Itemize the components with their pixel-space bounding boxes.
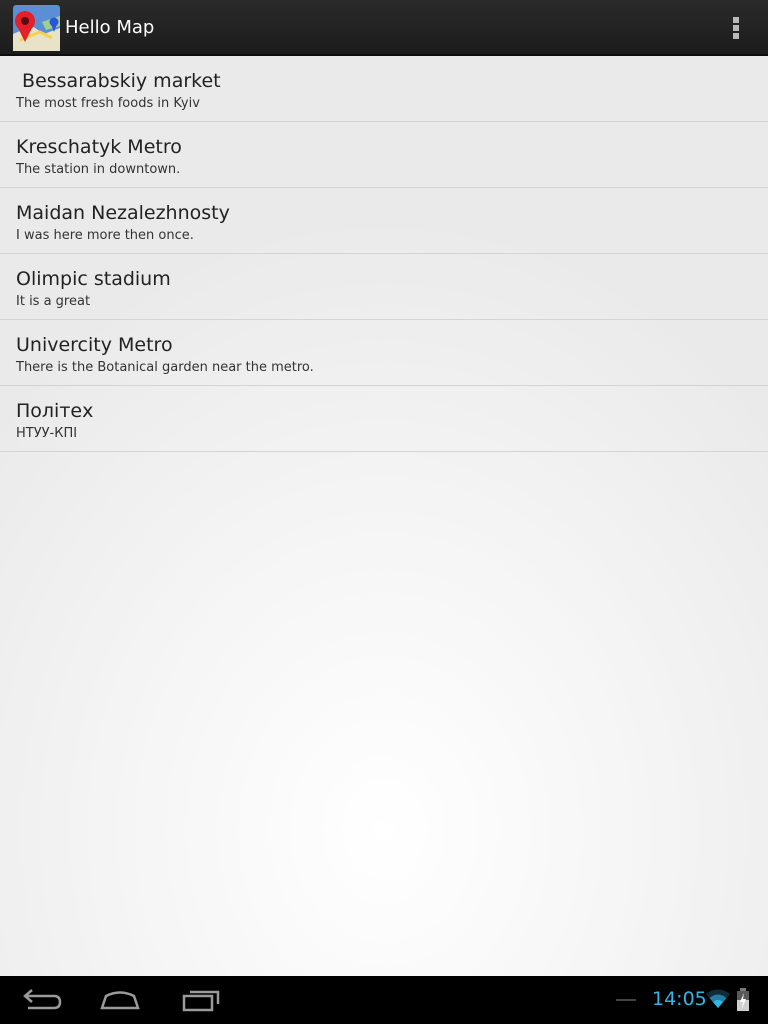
- place-subtitle: The station in downtown.: [16, 162, 181, 177]
- place-title: Bessarabskiy market: [16, 70, 221, 92]
- app-title: Hello Map: [65, 17, 155, 38]
- home-icon[interactable]: [94, 984, 146, 1016]
- places-list: Bessarabskiy market The most fresh foods…: [0, 56, 768, 452]
- place-title: Univercity Metro: [16, 334, 173, 356]
- list-item[interactable]: Olimpic stadium It is a great: [0, 254, 768, 320]
- list-item[interactable]: Bessarabskiy market The most fresh foods…: [0, 56, 768, 122]
- menu-dot: [733, 33, 739, 39]
- place-subtitle: НТУУ-КПІ: [16, 426, 78, 441]
- place-subtitle: It is a great: [16, 294, 91, 309]
- action-bar: Hello Map: [0, 0, 768, 56]
- recent-apps-icon[interactable]: [174, 984, 226, 1016]
- notification-dash-icon[interactable]: [616, 998, 636, 1002]
- place-title: Kreschatyk Metro: [16, 136, 182, 158]
- list-item[interactable]: Maidan Nezalezhnosty I was here more the…: [0, 188, 768, 254]
- list-item[interactable]: Univercity Metro There is the Botanical …: [0, 320, 768, 386]
- place-title: Olimpic stadium: [16, 268, 171, 290]
- place-title: Maidan Nezalezhnosty: [16, 202, 230, 224]
- overflow-menu-icon[interactable]: [724, 10, 748, 46]
- place-title: Політех: [16, 400, 94, 422]
- list-item[interactable]: Kreschatyk Metro The station in downtown…: [0, 122, 768, 188]
- map-pin-app-icon[interactable]: [12, 4, 61, 52]
- menu-dot: [733, 17, 739, 23]
- status-clock[interactable]: 14:05: [652, 987, 707, 1011]
- place-subtitle: The most fresh foods in Kyiv: [16, 96, 200, 111]
- menu-dot: [733, 25, 739, 31]
- screen: Hello Map Bessarabskiy market The most f…: [0, 0, 768, 1024]
- place-subtitle: I was here more then once.: [16, 228, 194, 243]
- battery-charging-icon: [737, 988, 749, 1011]
- back-icon[interactable]: [14, 984, 66, 1016]
- wifi-icon: [706, 989, 730, 1008]
- list-item[interactable]: Політех НТУУ-КПІ: [0, 386, 768, 452]
- place-subtitle: There is the Botanical garden near the m…: [16, 360, 314, 375]
